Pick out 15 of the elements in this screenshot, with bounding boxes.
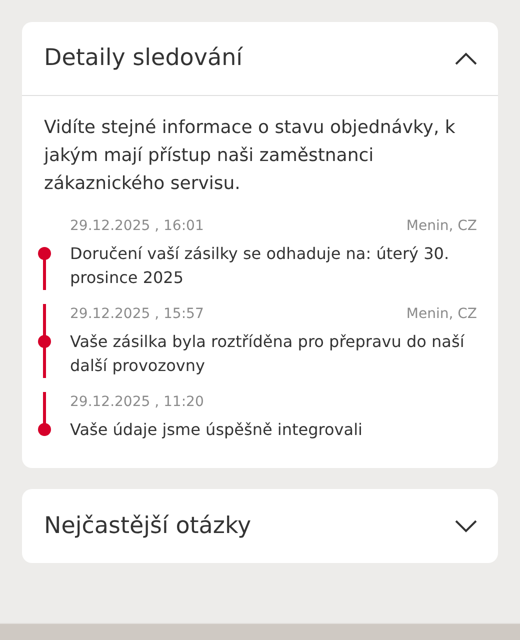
event-location: Menin, CZ <box>406 305 477 324</box>
accordion-header[interactable]: Detaily sledování <box>22 22 498 96</box>
event-date: 29.12.2025 , 15:57 <box>70 305 204 324</box>
accordion-header[interactable]: Nejčastější otázky <box>22 489 498 563</box>
chevron-down-icon[interactable] <box>454 519 478 533</box>
event-text: Vaše zásilka byla roztříděna pro přepravu do naší další provozovny <box>70 331 466 377</box>
event-text: Doručení vaší zásilky se odhaduje na: úterý 30. prosince 2025 <box>70 243 450 289</box>
chevron-up-icon[interactable] <box>454 52 478 66</box>
description-text: Vidíte stejné informace o stavu objednávky, k jakým mají přístup naši zaměstnanci zákaznického servisu. <box>42 116 456 196</box>
section-title: Nejčastější otázky <box>44 512 252 541</box>
event-date: 29.12.2025 , 11:20 <box>70 393 204 412</box>
event-text: Vaše údaje jsme úspěšně integrovali <box>70 419 364 441</box>
event-date: 29.12.2025 , 16:01 <box>70 217 204 236</box>
section-title: Detaily sledování <box>44 44 243 74</box>
event-location: Menin, CZ <box>406 217 477 236</box>
